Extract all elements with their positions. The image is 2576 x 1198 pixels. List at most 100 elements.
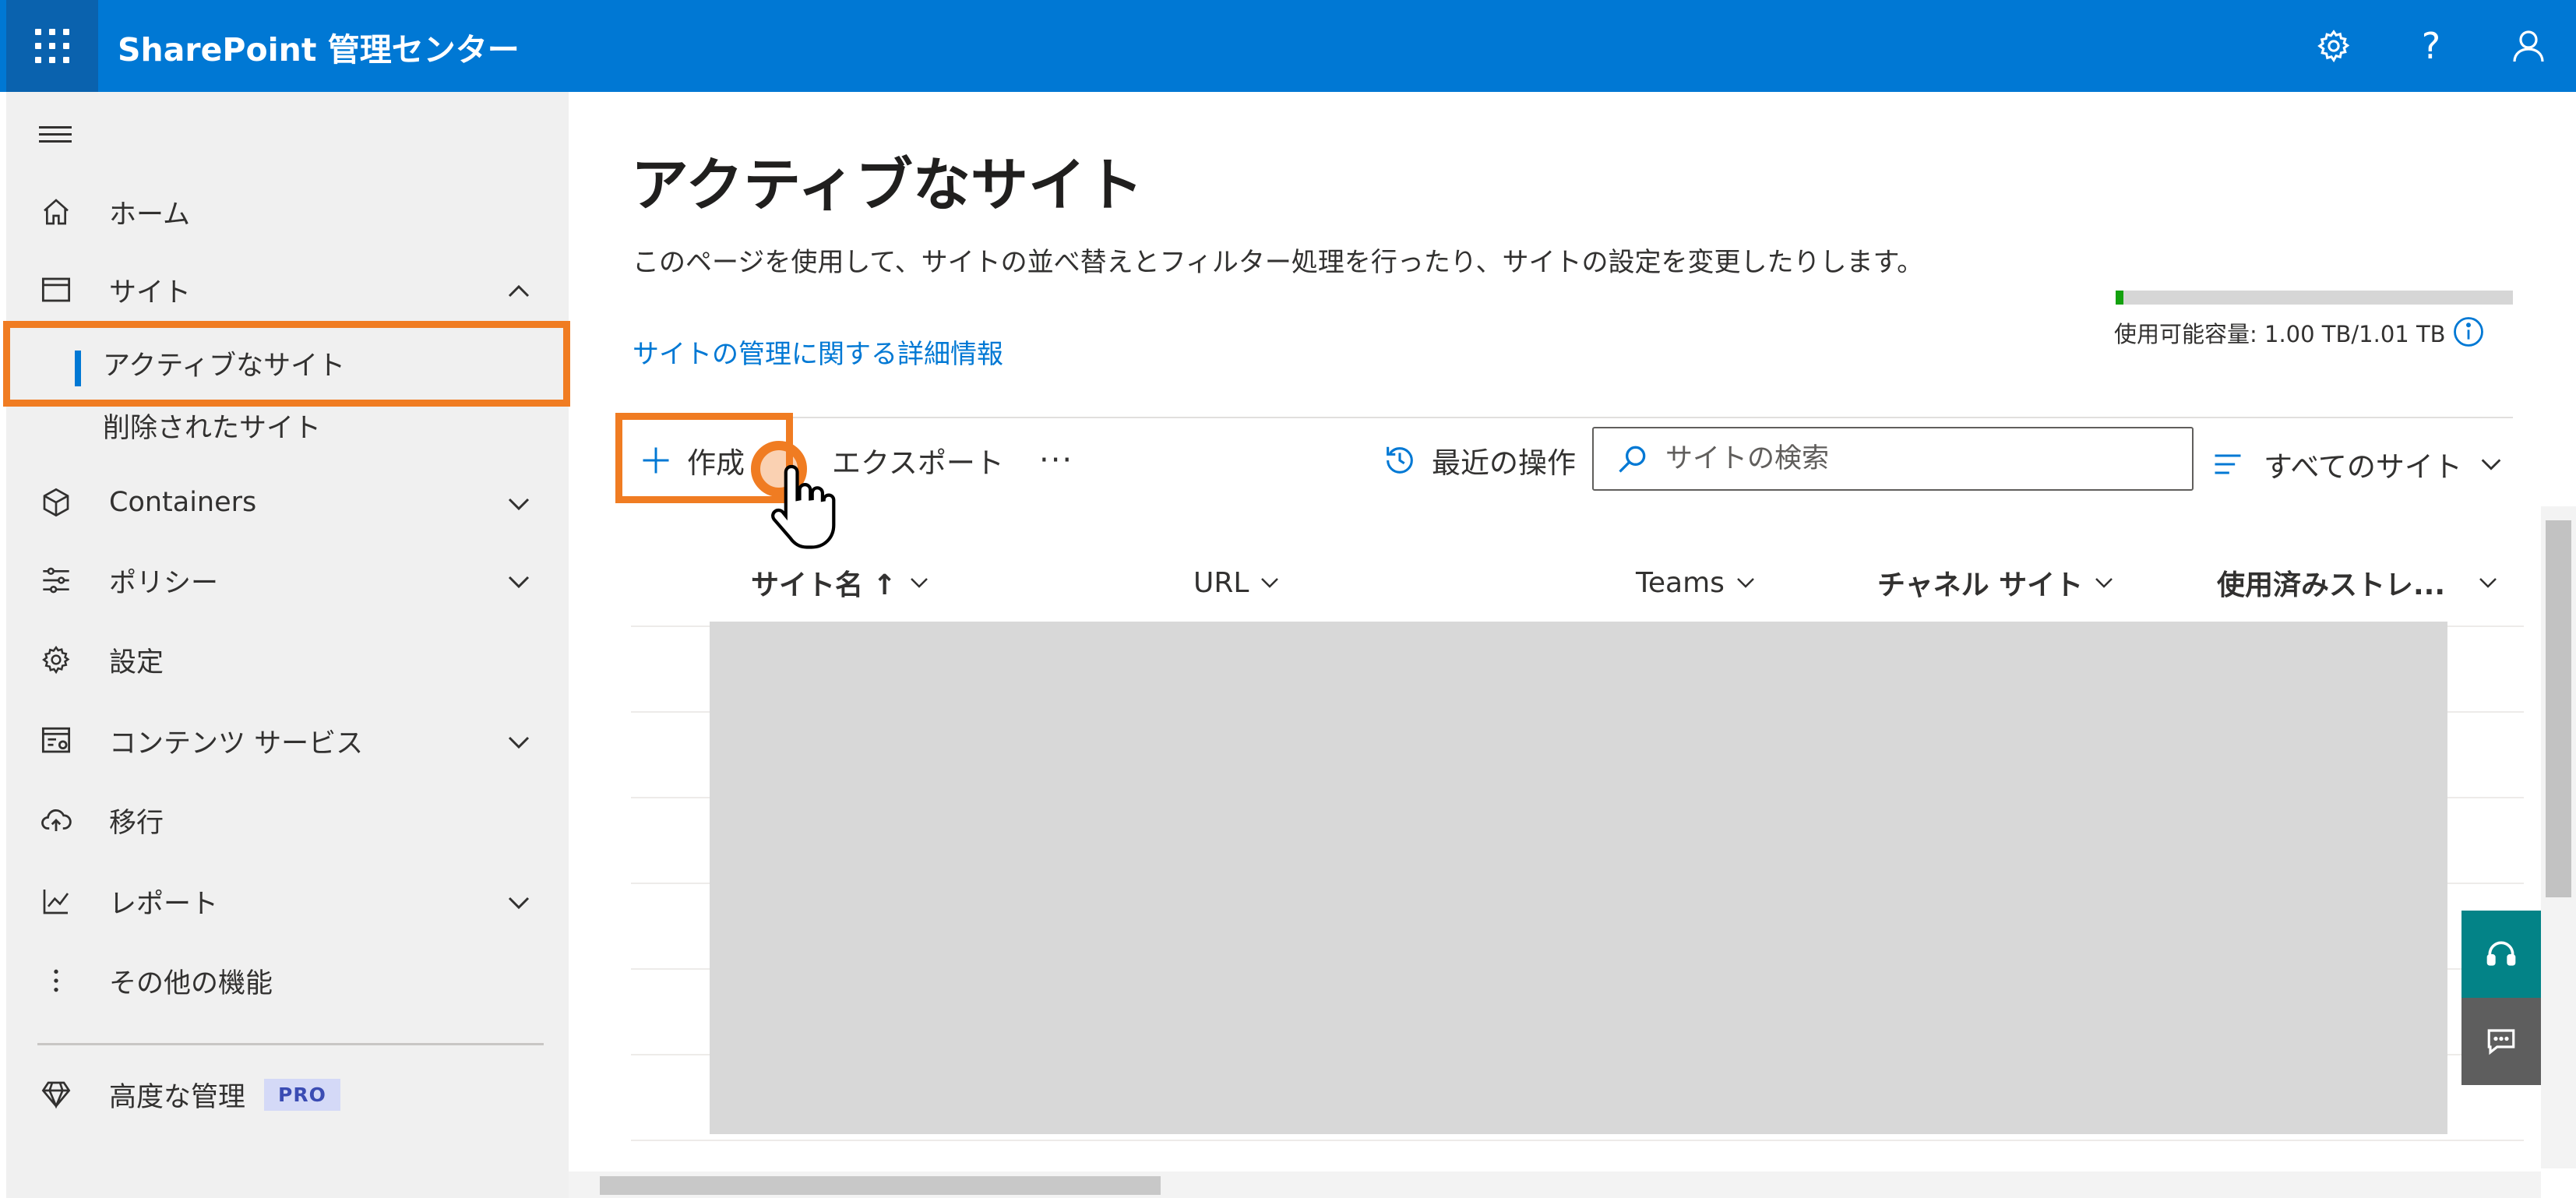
chevron-down-icon [508, 498, 530, 511]
view-filter-dropdown[interactable]: すべてのサイト [2211, 440, 2504, 488]
column-header-channel-site[interactable]: チャネル サイト [1877, 559, 2116, 606]
content-services-icon [36, 721, 76, 761]
nav-label: 設定 [109, 647, 164, 678]
learn-more-link[interactable]: サイトの管理に関する詳細情報 [633, 333, 1003, 371]
nav-item-home[interactable]: ホーム [6, 177, 569, 247]
storage-text: 使用可能容量: 1.00 TB/1.01 TB [2114, 321, 2446, 347]
recent-label: 最近の操作 [1432, 446, 1576, 480]
nav-item-containers[interactable]: Containers [6, 467, 569, 537]
nav-item-content-services[interactable]: コンテンツ サービス [6, 706, 569, 776]
column-label: Teams [1636, 566, 1725, 599]
page-description: このページを使用して、サイトの並べ替えとフィルター処理を行ったり、サイトの設定を… [633, 247, 1924, 278]
scrollbar-thumb[interactable] [600, 1176, 1161, 1195]
column-label: 使用済みストレ... [2217, 569, 2446, 601]
help-button[interactable]: ? [2404, 19, 2458, 73]
chevron-down-icon [910, 578, 928, 588]
filter-lines-icon [2215, 454, 2241, 474]
pro-badge: PRO [264, 1078, 340, 1111]
diamond-icon [36, 1074, 76, 1115]
nav-label: 高度な管理 [109, 1081, 246, 1113]
column-header-site-name[interactable]: サイト名 ↑ [751, 559, 931, 606]
search-input[interactable] [1665, 443, 2164, 474]
user-account-button[interactable] [2501, 19, 2556, 73]
table-row [631, 1140, 2524, 1141]
hamburger-icon [39, 126, 72, 129]
top-bar: SharePoint 管理センター ? [0, 0, 2576, 92]
nav-label: コンテンツ サービス [109, 728, 364, 759]
column-label: URL [1193, 566, 1249, 599]
collapse-nav-button[interactable] [36, 122, 76, 153]
header-separator [631, 417, 2513, 418]
chevron-down-icon [2481, 459, 2501, 470]
gear-icon [36, 640, 76, 680]
chevron-down-icon [2479, 578, 2497, 588]
column-label: チャネル サイト [1877, 569, 2084, 601]
chart-icon [36, 881, 76, 921]
nav-label: その他の機能 [109, 967, 273, 999]
nav-label: 削除されたサイト [103, 412, 322, 444]
chevron-down-icon [508, 897, 530, 910]
more-actions-button[interactable]: ··· [1039, 436, 1073, 484]
more-vertical-icon [36, 960, 76, 1001]
chevron-down-icon [508, 576, 530, 589]
feedback-icon [2487, 1029, 2515, 1055]
site-search-box[interactable] [1592, 427, 2194, 491]
user-icon [2513, 30, 2544, 62]
nav-item-migration[interactable]: 移行 [6, 785, 569, 855]
chevron-down-icon [2095, 578, 2113, 588]
site-icon [36, 270, 76, 310]
nav-item-policies[interactable]: ポリシー [6, 545, 569, 615]
gear-icon [2317, 30, 2350, 63]
left-navigation: ホーム サイト アクティブなサイト 削除されたサイト Containers ポリ… [6, 92, 569, 1198]
scrollbar-thumb[interactable] [2546, 520, 2571, 897]
storage-bar-fill [2116, 291, 2124, 305]
nav-item-sites[interactable]: サイト [6, 255, 569, 325]
column-header-teams[interactable]: Teams [1636, 559, 1757, 606]
chevron-down-icon [1737, 578, 1754, 588]
nav-label: ポリシー [109, 567, 219, 599]
nav-label: Containers [109, 487, 257, 518]
hand-cursor-icon [771, 464, 836, 549]
column-header-url[interactable]: URL [1193, 559, 1281, 606]
page-title: アクティブなサイト [631, 152, 1144, 219]
nav-item-reports[interactable]: レポート [6, 866, 569, 936]
cloud-upload-icon [36, 800, 76, 840]
cube-icon [36, 482, 76, 523]
filter-label: すべてのサイト [2264, 450, 2462, 484]
history-icon [1387, 446, 1413, 474]
nav-label: ホーム [109, 199, 190, 231]
chevron-up-icon [508, 284, 530, 298]
column-label: サイト名 ↑ [751, 569, 897, 601]
more-icon: ··· [1039, 442, 1074, 478]
settings-button[interactable] [2306, 19, 2361, 73]
vertical-scrollbar[interactable] [2541, 506, 2576, 1168]
storage-bar [2116, 291, 2513, 305]
nav-label: 移行 [109, 807, 164, 839]
chevron-down-icon [1261, 578, 1279, 588]
horizontal-scrollbar[interactable] [569, 1172, 2541, 1198]
highlight-box-active-sites [3, 321, 570, 407]
sliders-icon [36, 560, 76, 601]
chevron-down-icon [508, 736, 530, 749]
app-launcher-button[interactable] [6, 0, 98, 92]
waffle-icon [35, 29, 69, 63]
search-icon [1619, 446, 1646, 473]
nav-item-more-features[interactable]: その他の機能 [6, 946, 569, 1016]
recent-actions-button[interactable]: 最近の操作 [1382, 436, 1576, 484]
help-icon: ? [2421, 25, 2441, 67]
home-icon [36, 192, 76, 232]
headset-icon [2486, 941, 2516, 966]
redacted-table-content [710, 622, 2447, 1134]
nav-divider [37, 1043, 544, 1045]
nav-label: レポート [109, 888, 219, 920]
nav-label: サイト [109, 277, 192, 308]
info-icon[interactable] [2452, 315, 2485, 348]
nav-item-advanced-management[interactable]: 高度な管理 PRO [6, 1059, 569, 1129]
export-label: エクスポート [832, 446, 1004, 480]
column-header-storage-used[interactable]: 使用済みストレ... [2217, 559, 2500, 606]
app-title[interactable]: SharePoint 管理センター [118, 23, 520, 70]
export-button[interactable]: エクスポート [832, 436, 1004, 484]
nav-item-settings[interactable]: 設定 [6, 625, 569, 695]
feedback-button[interactable] [2461, 998, 2541, 1085]
support-button[interactable] [2461, 911, 2541, 998]
